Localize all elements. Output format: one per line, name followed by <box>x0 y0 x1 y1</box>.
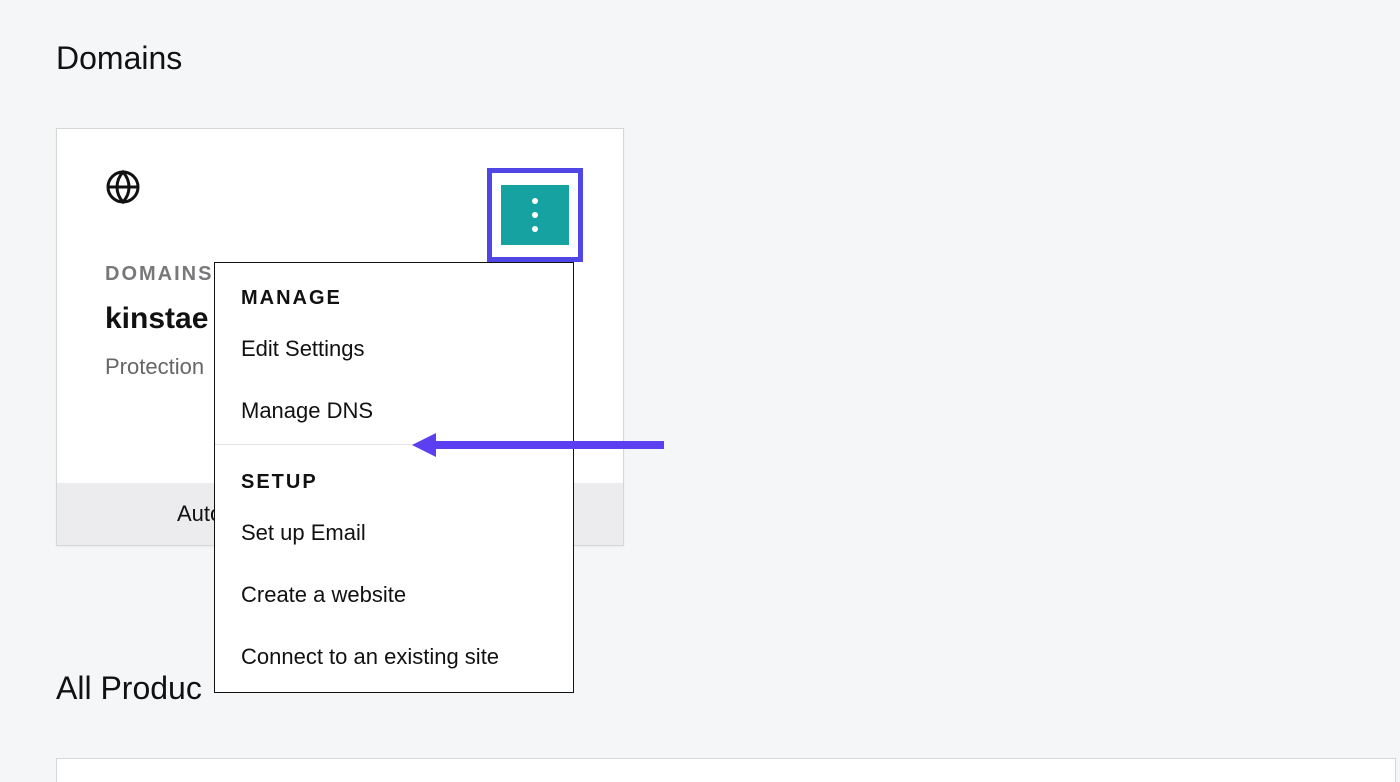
globe-icon <box>105 169 141 205</box>
dropdown-section-setup: SETUP <box>215 447 573 502</box>
menu-item-edit-settings[interactable]: Edit Settings <box>215 318 573 380</box>
annotation-highlight-box <box>487 168 583 262</box>
products-panel <box>56 758 1396 782</box>
page-title: Domains <box>56 40 182 77</box>
all-products-heading: All Produc <box>56 670 202 707</box>
options-dropdown: MANAGE Edit Settings Manage DNS SETUP Se… <box>214 262 574 693</box>
menu-item-create-website[interactable]: Create a website <box>215 564 573 626</box>
menu-item-connect-site[interactable]: Connect to an existing site <box>215 626 573 688</box>
menu-item-manage-dns[interactable]: Manage DNS <box>215 380 573 442</box>
menu-item-setup-email[interactable]: Set up Email <box>215 502 573 564</box>
more-options-button[interactable] <box>501 185 569 245</box>
vertical-dots-icon <box>532 198 538 232</box>
dropdown-section-manage: MANAGE <box>215 263 573 318</box>
dropdown-separator <box>215 444 573 445</box>
